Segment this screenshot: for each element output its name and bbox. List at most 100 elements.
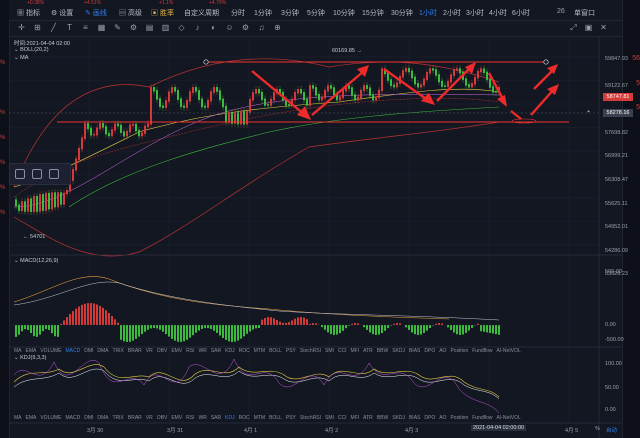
gear-icon[interactable]: ⚙ [241,23,250,32]
draw-line-button[interactable]: ✎ 画线 [85,8,107,18]
period-10m[interactable]: 10分钟 [333,8,355,18]
indicator-tab-macd[interactable]: MACD [65,348,80,354]
indicator-tab-vr[interactable]: VR [146,415,153,421]
bar-icon[interactable]: ▥ [161,23,170,32]
indicator-tab-rsi[interactable]: RSI [186,348,194,354]
indicator-tab-psy[interactable]: PSY [286,415,296,421]
indicator-tab-atr[interactable]: ATR [363,415,373,421]
cursor-icon[interactable]: ✛ [17,23,26,32]
arrow-down[interactable] [510,110,522,120]
indicator-tab-atr[interactable]: ATR [363,348,373,354]
indicator-tab-kdj[interactable]: KDJ [225,415,234,421]
layers-icon[interactable]: ≡ [81,23,90,32]
period-3h[interactable]: 3小时 [466,8,484,18]
indicator-tab-psy[interactable]: PSY [286,348,296,354]
period-3m[interactable]: 3分钟 [281,8,299,18]
indicator-tab-smi[interactable]: SMI [325,415,334,421]
bell-icon[interactable]: ♫ [257,23,266,32]
indicator-tab-emv[interactable]: EMV [171,415,182,421]
indicator-tab-ma[interactable]: MA [14,348,22,354]
indicator-tab-bbw[interactable]: BBW [377,348,388,354]
indicator-button[interactable]: ▦ 指标 [17,8,40,18]
copy-icon[interactable] [32,169,42,179]
custom-period-button[interactable]: 自定义周期 [184,8,219,18]
indicator-tab-mtm[interactable]: MTM [254,415,265,421]
indicator-tab-dma[interactable]: DMA [97,348,108,354]
indicator-tab-mfi[interactable]: MFI [351,348,360,354]
indicator-tab-obv[interactable]: OBV [157,348,168,354]
indicator-tab-brar[interactable]: BRAR [128,348,142,354]
indicator-tab-roc[interactable]: ROC [239,415,250,421]
indicator-tab-sar[interactable]: SAR [211,415,221,421]
indicator-tab-mtm[interactable]: MTM [254,348,265,354]
indicator-tab-ema[interactable]: EMA [26,415,37,421]
indicator-tab-position[interactable]: Position [450,415,468,421]
single-window-button[interactable]: 单窗口 [574,8,595,18]
advanced-button[interactable]: ▤ 高级 [119,8,142,18]
period-6h[interactable]: 6小时 [512,8,530,18]
winrate-button[interactable]: ▣ 胜率 [151,8,174,18]
indicator-tab-stochrsi[interactable]: StochRSI [300,348,321,354]
indicator-tab-ao[interactable]: AO [439,348,446,354]
indicator-tab-bias[interactable]: BIAS [409,348,420,354]
chart-icon[interactable]: ▤ [145,23,154,32]
indicator-tab-rsi[interactable]: RSI [186,415,194,421]
add-alert-icon[interactable]: + [587,109,590,115]
indicator-tab-wr[interactable]: WR [199,415,207,421]
indicator-tab-boll[interactable]: BOLL [269,415,282,421]
line-handle[interactable] [203,59,209,65]
indicator-tab-vr[interactable]: VR [146,348,153,354]
user-icon[interactable]: ☺ [225,23,234,32]
camera-icon[interactable]: ▣ [584,23,593,32]
indicator-tab-dmi[interactable]: DMI [84,415,93,421]
arrow-up[interactable] [530,88,555,116]
indicator-tab-fundflow[interactable]: Fundflow [472,415,492,421]
indicator-tab-position[interactable]: Position [450,348,468,354]
indicator-tab-ai-netvol[interactable]: AI-NetVOL [497,348,521,354]
indicator-tab-dpo[interactable]: DPO [424,415,435,421]
line-handle[interactable] [543,59,549,65]
indicator-tab-smi[interactable]: SMI [325,348,334,354]
indicator-tab-dma[interactable]: DMA [97,415,108,421]
indicator-tab-dmi[interactable]: DMI [84,348,93,354]
period-1m[interactable]: 1分钟 [254,8,272,18]
indicator-tab-bias[interactable]: BIAS [409,415,420,421]
shape-icon[interactable]: ◇ [177,23,186,32]
indicator-tab-obv[interactable]: OBV [157,415,168,421]
mic-icon[interactable]: ♪ [193,23,202,32]
period-1h[interactable]: 1小时 [419,8,437,18]
indicator-tab-macd[interactable]: MACD [65,415,80,421]
table-icon[interactable]: ▦ [97,23,106,32]
indicator-tab-wr[interactable]: WR [199,348,207,354]
chart-area[interactable]: 时间:2021-04-04 02:00 ⌄ BOLL(20,2) ⌄ MA 60… [9,37,633,438]
grid-view-icon[interactable]: ⊞ [33,23,42,32]
auto-scale-toggle[interactable]: 自动 [606,426,617,434]
indicator-tab-mfi[interactable]: MFI [351,415,360,421]
indicator-tab-roc[interactable]: ROC [239,348,250,354]
close-icon[interactable]: ✕ [599,23,608,32]
fullscreen-icon[interactable]: ⤢ [569,23,578,32]
period-30m[interactable]: 30分钟 [391,8,413,18]
indicator-tab-emv[interactable]: EMV [171,348,182,354]
settings-icon[interactable]: ⚙ [129,23,138,32]
indicator-tab-fundflow[interactable]: Fundflow [472,348,492,354]
indicator-tab-volume[interactable]: VOLUME [40,348,61,354]
indicator-tab-trix[interactable]: TRIX [113,415,124,421]
indicator-tab-cci[interactable]: CCI [338,415,347,421]
zoom-icon[interactable]: ⊕ [273,23,282,32]
indicator-tab-sar[interactable]: SAR [211,348,221,354]
text-tool-icon[interactable]: T [65,23,74,32]
indicator-tab-volume[interactable]: VOLUME [40,415,61,421]
arrow-up[interactable] [533,68,555,90]
indicator-tab-ma[interactable]: MA [14,415,22,421]
indicator-tab-ema[interactable]: EMA [26,348,37,354]
trash-icon[interactable] [49,169,59,179]
arrow-up[interactable] [311,70,365,116]
period-4h[interactable]: 4小时 [489,8,507,18]
period-timeshare[interactable]: 分时 [231,8,245,18]
period-5m[interactable]: 5分钟 [307,8,325,18]
indicator-tab-cci[interactable]: CCI [338,348,347,354]
indicator-tab-brar[interactable]: BRAR [128,415,142,421]
draw-icon[interactable]: ✎ [113,23,122,32]
line-tool-icon[interactable]: ╱ [49,23,58,32]
